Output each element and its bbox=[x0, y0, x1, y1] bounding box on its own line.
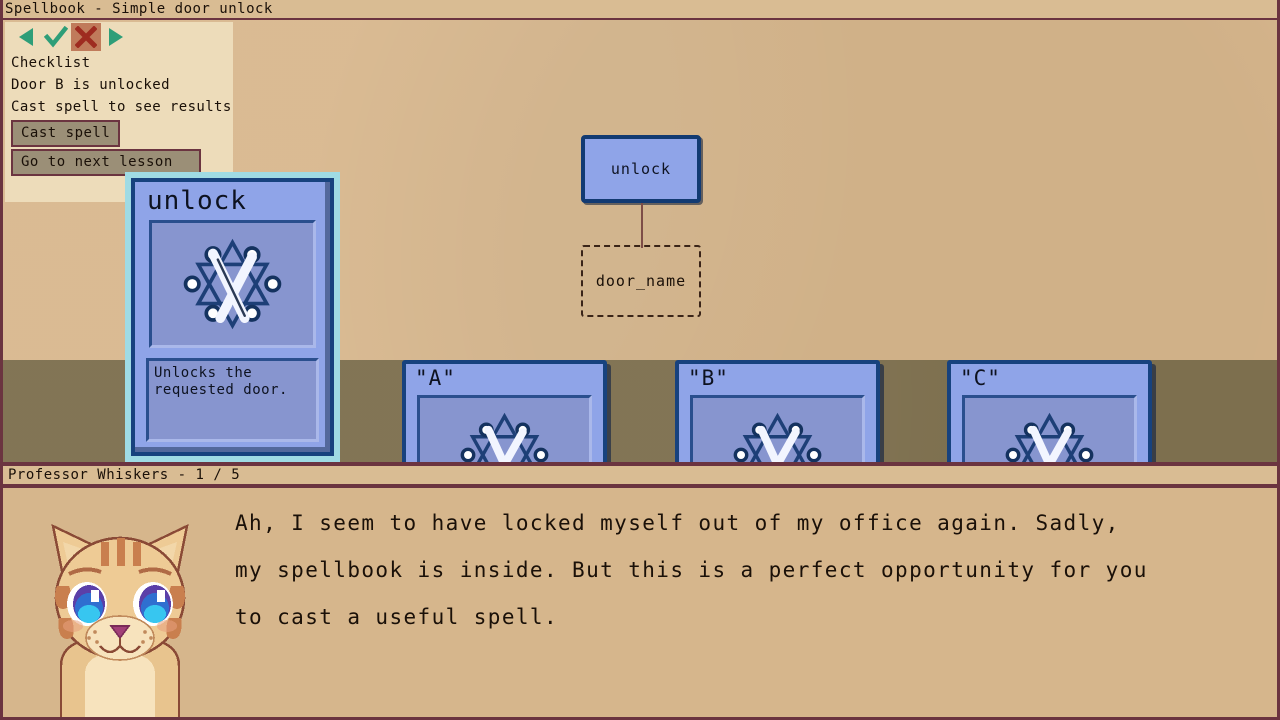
checklist-toolbar bbox=[5, 22, 233, 52]
shelf-card-c-title: "C" bbox=[960, 366, 1001, 390]
shelf-card-b-title: "B" bbox=[688, 366, 729, 390]
graph-node-unlock-label: unlock bbox=[610, 160, 672, 178]
dialogue-text: Ah, I seem to have locked myself out of … bbox=[235, 511, 1148, 629]
checklist-item: Door B is unlocked bbox=[11, 77, 170, 93]
game-screen: Spellbook - Simple door unlock unlock do… bbox=[0, 0, 1280, 720]
selected-spell-card-description: Unlocks the requested door. bbox=[146, 358, 319, 442]
shelf-card-c[interactable]: "C" bbox=[947, 360, 1152, 462]
shelf-card-a-title: "A" bbox=[415, 366, 456, 390]
dialogue-speaker-and-page: Professor Whiskers - 1 / 5 bbox=[8, 467, 241, 483]
check-icon[interactable] bbox=[41, 23, 71, 51]
selected-spell-card-title: unlock bbox=[147, 186, 247, 216]
dialogue-nameplate: Professor Whiskers - 1 / 5 bbox=[3, 464, 1277, 486]
checklist-hint: Cast spell to see results. bbox=[11, 99, 233, 115]
close-icon[interactable] bbox=[71, 23, 101, 51]
graph-wire bbox=[641, 203, 643, 248]
dialogue-box[interactable]: Ah, I seem to have locked myself out of … bbox=[3, 488, 1277, 717]
shelf-card-b[interactable]: "B" bbox=[675, 360, 880, 462]
next-icon[interactable] bbox=[101, 23, 131, 51]
selected-spell-card-body: unlock Unlocks the requested door. bbox=[131, 178, 334, 456]
lambda-hexagram-icon bbox=[690, 395, 865, 462]
lambda-hexagram-icon bbox=[962, 395, 1137, 462]
lambda-hexagram-icon bbox=[149, 220, 316, 348]
window-title-bar: Spellbook - Simple door unlock bbox=[0, 0, 1280, 20]
lambda-hexagram-icon bbox=[417, 395, 592, 462]
selected-spell-card[interactable]: unlock Unlocks the requested door. bbox=[125, 172, 340, 462]
window-title: Spellbook - Simple door unlock bbox=[5, 1, 273, 17]
graph-slot-door-name[interactable]: door_name bbox=[581, 245, 701, 317]
avatar bbox=[25, 494, 215, 717]
cast-spell-button[interactable]: Cast spell bbox=[11, 120, 121, 147]
checklist-heading: Checklist bbox=[11, 55, 91, 71]
shelf-card-a[interactable]: "A" bbox=[402, 360, 607, 462]
prev-icon[interactable] bbox=[11, 23, 41, 51]
graph-node-unlock[interactable]: unlock bbox=[581, 135, 701, 203]
graph-slot-door-name-label: door_name bbox=[595, 272, 687, 290]
